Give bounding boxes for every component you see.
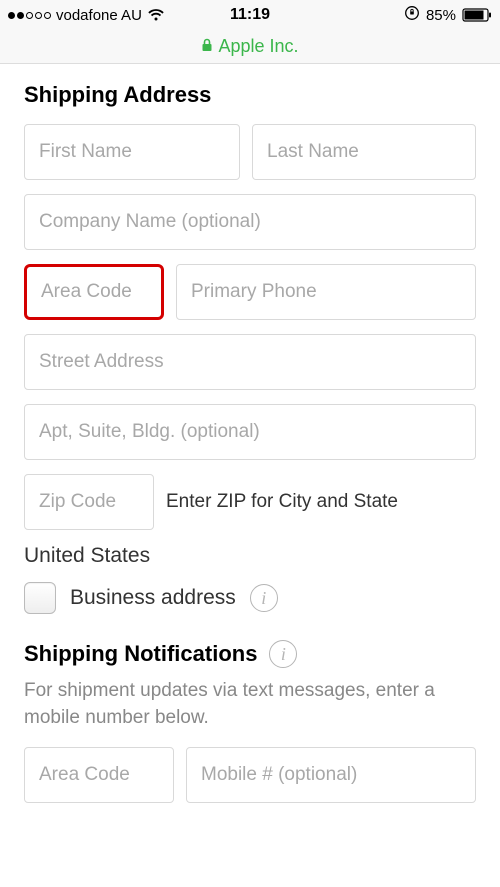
battery-percent: 85% — [426, 7, 456, 24]
notifications-description: For shipment updates via text messages, … — [24, 678, 476, 731]
area-code-input[interactable] — [41, 281, 147, 303]
status-right: 85% — [404, 5, 492, 26]
time-label: 11:19 — [230, 6, 270, 24]
area-code-field[interactable] — [24, 264, 164, 320]
business-address-label: Business address — [70, 586, 236, 610]
primary-phone-input[interactable] — [191, 281, 461, 303]
company-field[interactable] — [24, 194, 476, 250]
url-site: Apple Inc. — [218, 36, 298, 57]
zip-field[interactable] — [24, 474, 154, 530]
lock-icon — [201, 38, 213, 55]
country-label: United States — [24, 544, 476, 568]
company-input[interactable] — [39, 211, 461, 233]
info-icon[interactable]: i — [250, 584, 278, 612]
status-bar: vodafone AU 11:19 85% — [0, 0, 500, 30]
carrier-label: vodafone AU — [56, 7, 142, 24]
shipping-address-title: Shipping Address — [24, 82, 476, 108]
primary-phone-field[interactable] — [176, 264, 476, 320]
last-name-field[interactable] — [252, 124, 476, 180]
wifi-icon — [147, 8, 165, 22]
apt-field[interactable] — [24, 404, 476, 460]
first-name-input[interactable] — [39, 141, 225, 163]
zip-input[interactable] — [39, 491, 139, 513]
page-content: Shipping Address Ente — [0, 64, 500, 803]
notif-area-code-input[interactable] — [39, 764, 159, 786]
notif-mobile-field[interactable] — [186, 747, 476, 803]
shipping-notifications-title: Shipping Notifications — [24, 641, 257, 667]
zip-hint: Enter ZIP for City and State — [166, 474, 476, 530]
business-address-checkbox[interactable] — [24, 582, 56, 614]
street-input[interactable] — [39, 351, 461, 373]
info-icon[interactable]: i — [269, 640, 297, 668]
street-field[interactable] — [24, 334, 476, 390]
battery-icon — [462, 8, 492, 22]
status-left: vodafone AU — [8, 7, 165, 24]
first-name-field[interactable] — [24, 124, 240, 180]
apt-input[interactable] — [39, 421, 461, 443]
notif-area-code-field[interactable] — [24, 747, 174, 803]
last-name-input[interactable] — [267, 141, 461, 163]
signal-dots-icon — [8, 12, 51, 19]
rotation-lock-icon — [404, 5, 420, 26]
url-bar[interactable]: Apple Inc. — [0, 30, 500, 64]
notif-mobile-input[interactable] — [201, 764, 461, 786]
